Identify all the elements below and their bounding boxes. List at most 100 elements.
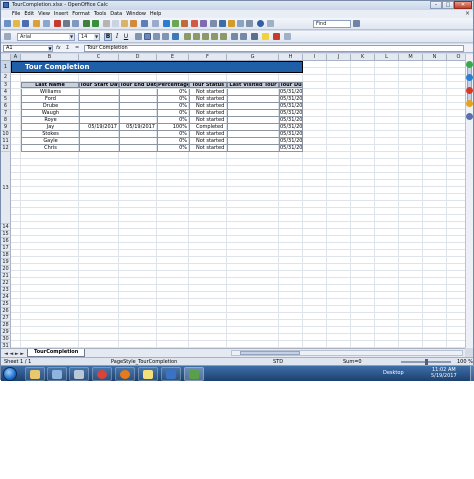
taskbar-firefox[interactable] bbox=[115, 367, 135, 381]
row-header-24[interactable]: 24 bbox=[1, 294, 11, 301]
table-cell[interactable]: Not started bbox=[189, 145, 227, 152]
underline-button[interactable]: U bbox=[122, 33, 130, 41]
align-center-icon[interactable] bbox=[144, 33, 151, 40]
mail-icon[interactable] bbox=[33, 20, 40, 27]
table-cell[interactable]: 05/31/2017 bbox=[279, 124, 303, 131]
table-cell[interactable] bbox=[119, 89, 157, 96]
table-cell[interactable]: 0% bbox=[157, 138, 189, 145]
row-header-26[interactable]: 26 bbox=[1, 308, 11, 315]
table-cell[interactable] bbox=[119, 117, 157, 124]
table-cell[interactable] bbox=[119, 138, 157, 145]
table-cell[interactable] bbox=[79, 131, 119, 138]
table-cell[interactable]: Gayle bbox=[21, 138, 79, 145]
gallery-icon[interactable] bbox=[228, 20, 235, 27]
table-cell[interactable]: Roye bbox=[21, 117, 79, 124]
row-header-15[interactable]: 15 bbox=[1, 231, 11, 238]
taskbar-app-2[interactable] bbox=[47, 367, 67, 381]
align-left-icon[interactable] bbox=[135, 33, 142, 40]
merge-cells-icon[interactable] bbox=[172, 33, 179, 40]
table-cell[interactable] bbox=[119, 103, 157, 110]
formula-input[interactable]: Tour Completion bbox=[84, 45, 464, 52]
function-wizard-icon[interactable]: fx bbox=[56, 45, 61, 52]
row-header-19[interactable]: 19 bbox=[1, 259, 11, 266]
standard-format-icon[interactable] bbox=[202, 33, 209, 40]
column-header-h[interactable]: H bbox=[279, 54, 303, 61]
toolbar-options-icon[interactable] bbox=[267, 20, 274, 27]
gadget-blue-icon[interactable] bbox=[466, 74, 473, 81]
column-header-o[interactable]: O bbox=[447, 54, 465, 61]
table-cell[interactable]: Chris bbox=[21, 145, 79, 152]
menu-help[interactable]: Help bbox=[150, 10, 161, 18]
table-cell[interactable] bbox=[119, 131, 157, 138]
row-header-10[interactable]: 10 bbox=[1, 131, 11, 138]
column-header-k[interactable]: K bbox=[351, 54, 375, 61]
column-header-l[interactable]: L bbox=[375, 54, 399, 61]
column-header-n[interactable]: N bbox=[423, 54, 447, 61]
maximize-button[interactable]: □ bbox=[442, 1, 454, 9]
table-cell[interactable]: 05/31/2017 bbox=[279, 96, 303, 103]
select-all-corner[interactable] bbox=[1, 54, 11, 61]
export-pdf-icon[interactable] bbox=[54, 20, 61, 27]
table-cell[interactable]: 0% bbox=[157, 89, 189, 96]
decrease-indent-icon[interactable] bbox=[231, 33, 238, 40]
row-header-16[interactable]: 16 bbox=[1, 238, 11, 245]
table-cell[interactable]: 0% bbox=[157, 145, 189, 152]
row-header-4[interactable]: 4 bbox=[1, 89, 11, 96]
pivot-table-icon[interactable] bbox=[200, 20, 207, 27]
taskbar-openoffice-calc[interactable] bbox=[184, 367, 204, 381]
table-cell[interactable]: 100% bbox=[157, 124, 189, 131]
autospellcheck-icon[interactable] bbox=[92, 20, 99, 27]
table-header-cell[interactable]: Tour End Date bbox=[119, 82, 157, 88]
align-right-icon[interactable] bbox=[153, 33, 160, 40]
justify-icon[interactable] bbox=[162, 33, 169, 40]
taskbar-app-7[interactable] bbox=[161, 367, 181, 381]
gadget-red-icon[interactable] bbox=[466, 87, 473, 94]
menu-insert[interactable]: Insert bbox=[54, 10, 68, 18]
minimize-button[interactable]: – bbox=[430, 1, 442, 9]
table-cell[interactable] bbox=[227, 103, 279, 110]
delete-decimal-icon[interactable] bbox=[220, 33, 227, 40]
font-name-select[interactable]: Arial ▼ bbox=[17, 33, 75, 41]
find-next-icon[interactable] bbox=[353, 20, 360, 27]
add-decimal-icon[interactable] bbox=[211, 33, 218, 40]
menu-view[interactable]: View bbox=[38, 10, 50, 18]
format-paintbrush-icon[interactable] bbox=[130, 20, 137, 27]
table-cell[interactable]: Completed bbox=[189, 124, 227, 131]
taskbar-app-3[interactable] bbox=[69, 367, 89, 381]
row-header-23[interactable]: 23 bbox=[1, 287, 11, 294]
row-header-2[interactable]: 2 bbox=[1, 73, 11, 82]
sum-icon[interactable]: Σ bbox=[66, 45, 69, 52]
table-cell[interactable]: 0% bbox=[157, 96, 189, 103]
table-cell[interactable]: Drube bbox=[21, 103, 79, 110]
table-cell[interactable]: 0% bbox=[157, 103, 189, 110]
table-cell[interactable]: Not started bbox=[189, 117, 227, 124]
menu-data[interactable]: Data bbox=[110, 10, 122, 18]
table-cell[interactable]: Jay bbox=[21, 124, 79, 131]
row-header-1[interactable]: 1 bbox=[1, 61, 11, 73]
new-document-icon[interactable] bbox=[4, 20, 11, 27]
close-button[interactable]: ✕ bbox=[454, 1, 472, 9]
row-header-20[interactable]: 20 bbox=[1, 266, 11, 273]
gadget-green-icon[interactable] bbox=[466, 61, 473, 68]
table-cell[interactable]: 05/31/2017 bbox=[279, 145, 303, 152]
cut-icon[interactable] bbox=[103, 20, 110, 27]
bold-button[interactable]: B bbox=[104, 33, 112, 41]
column-header-a[interactable]: A bbox=[11, 54, 21, 61]
close-document-icon[interactable]: × bbox=[465, 10, 470, 18]
table-cell[interactable]: Not started bbox=[189, 89, 227, 96]
find-input[interactable]: Find bbox=[313, 20, 351, 28]
column-header-b[interactable]: B bbox=[21, 54, 79, 61]
table-cell[interactable]: 0% bbox=[157, 110, 189, 117]
table-cell[interactable] bbox=[227, 110, 279, 117]
row-header-5[interactable]: 5 bbox=[1, 96, 11, 103]
row-header-3[interactable]: 3 bbox=[1, 82, 11, 89]
gadget-orange-icon[interactable] bbox=[466, 100, 473, 107]
column-header-i[interactable]: I bbox=[303, 54, 327, 61]
row-header-14[interactable]: 14 bbox=[1, 224, 11, 231]
font-color-icon[interactable] bbox=[273, 33, 280, 40]
table-header-cell[interactable]: Last Visited Tour bbox=[227, 82, 279, 88]
data-sources-icon[interactable] bbox=[237, 20, 244, 27]
table-cell[interactable] bbox=[227, 89, 279, 96]
table-cell[interactable] bbox=[227, 117, 279, 124]
row-header-29[interactable]: 29 bbox=[1, 329, 11, 336]
